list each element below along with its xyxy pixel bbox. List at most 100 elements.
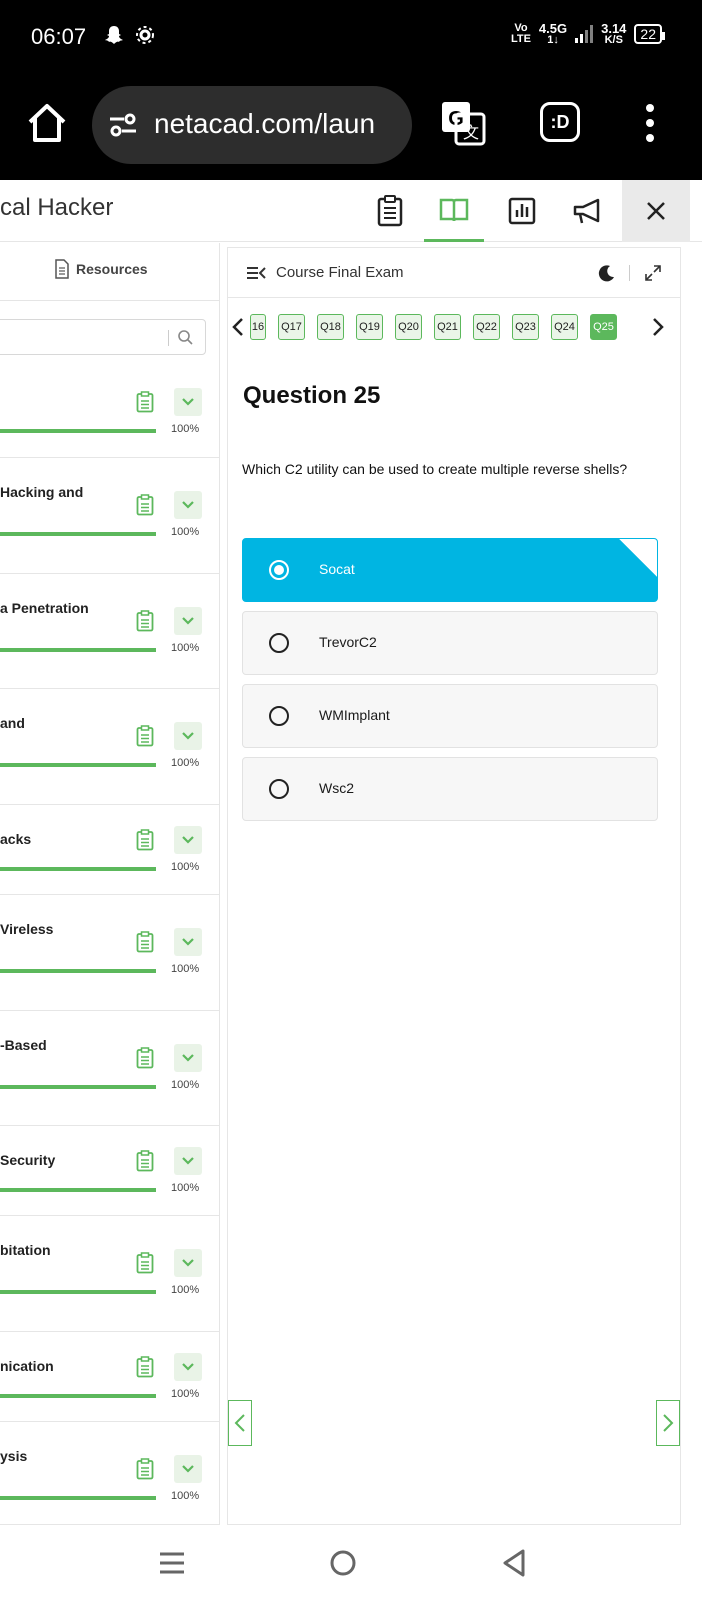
module-item[interactable]: nication 100% bbox=[0, 1332, 219, 1422]
question-pill[interactable]: Q20 bbox=[395, 314, 422, 340]
speed-unit: K/S bbox=[604, 34, 623, 46]
collapse-menu-icon[interactable] bbox=[246, 264, 266, 282]
question-pill[interactable]: Q17 bbox=[278, 314, 305, 340]
progress-fill bbox=[0, 1394, 156, 1398]
answer-option[interactable]: Wsc2 bbox=[242, 757, 658, 821]
translate-icon[interactable]: G文 bbox=[440, 100, 486, 146]
module-search-input[interactable] bbox=[0, 319, 206, 355]
chevron-down-icon[interactable] bbox=[174, 1249, 202, 1277]
exam-title: Course Final Exam bbox=[276, 264, 404, 281]
clipboard-icon[interactable] bbox=[136, 391, 154, 413]
dex-icon[interactable]: :D bbox=[540, 102, 580, 142]
answer-label: TrevorC2 bbox=[319, 634, 377, 650]
resources-tab[interactable]: Resources bbox=[0, 243, 219, 301]
status-bar: 06:07 Vo LTE 4.5G 1↓ 3.14 K/S 22 bbox=[0, 0, 702, 76]
network-bottom: LTE bbox=[510, 33, 531, 45]
nav-next-icon[interactable] bbox=[648, 315, 668, 339]
chevron-down-icon[interactable] bbox=[174, 1455, 202, 1483]
answer-option[interactable]: WMImplant bbox=[242, 684, 658, 748]
megaphone-icon[interactable] bbox=[558, 180, 618, 242]
radio-unchecked-icon[interactable] bbox=[269, 779, 289, 799]
progress-fill bbox=[0, 969, 156, 973]
dark-mode-icon[interactable] bbox=[598, 264, 616, 282]
clipboard-icon[interactable] bbox=[360, 180, 420, 242]
module-item[interactable]: bitation 100% bbox=[0, 1216, 219, 1332]
system-navbar bbox=[0, 1525, 702, 1600]
clipboard-icon[interactable] bbox=[136, 931, 154, 953]
module-title: acks bbox=[0, 831, 32, 847]
document-icon bbox=[55, 259, 69, 279]
chevron-down-icon[interactable] bbox=[174, 1147, 202, 1175]
radio-unchecked-icon[interactable] bbox=[269, 706, 289, 726]
chevron-down-icon[interactable] bbox=[174, 491, 202, 519]
clipboard-icon[interactable] bbox=[136, 494, 154, 516]
expand-icon[interactable] bbox=[644, 264, 662, 282]
book-icon[interactable] bbox=[424, 180, 484, 242]
progress-fill bbox=[0, 1290, 156, 1294]
progress-percent: 100% bbox=[171, 1490, 200, 1502]
clipboard-icon[interactable] bbox=[136, 725, 154, 747]
browser-toolbar: netacad.com/laun G文 :D bbox=[0, 76, 702, 180]
module-title: nication bbox=[0, 1358, 54, 1374]
progress-percent: 100% bbox=[171, 963, 200, 975]
question-pill[interactable]: Q22 bbox=[473, 314, 500, 340]
signal-type: 4.5G 1↓ bbox=[539, 22, 567, 46]
answer-option[interactable]: Socat bbox=[242, 538, 658, 602]
question-pill[interactable]: Q25 bbox=[590, 314, 617, 340]
next-page-icon[interactable] bbox=[656, 1400, 680, 1446]
module-item[interactable]: Security 100% bbox=[0, 1126, 219, 1216]
nav-prev-icon[interactable] bbox=[228, 315, 248, 339]
question-pill[interactable]: Q21 bbox=[434, 314, 461, 340]
chevron-down-icon[interactable] bbox=[174, 928, 202, 956]
course-title: cal Hacker bbox=[0, 194, 114, 221]
module-item[interactable]: 100% bbox=[0, 367, 219, 458]
recents-icon[interactable] bbox=[152, 1543, 192, 1583]
progress-percent: 100% bbox=[171, 757, 200, 769]
question-pill[interactable]: 16 bbox=[250, 314, 266, 340]
module-item[interactable]: acks 100% bbox=[0, 805, 219, 895]
chevron-down-icon[interactable] bbox=[174, 1353, 202, 1381]
battery-level: 22 bbox=[640, 26, 656, 42]
prev-page-icon[interactable] bbox=[228, 1400, 252, 1446]
search-divider bbox=[168, 330, 169, 346]
radio-checked-icon[interactable] bbox=[269, 560, 289, 580]
clipboard-icon[interactable] bbox=[136, 1047, 154, 1069]
answer-option[interactable]: TrevorC2 bbox=[242, 611, 658, 675]
close-icon[interactable] bbox=[622, 180, 690, 242]
home-circle-icon[interactable] bbox=[323, 1543, 363, 1583]
clipboard-icon[interactable] bbox=[136, 829, 154, 851]
back-icon[interactable] bbox=[494, 1543, 534, 1583]
site-settings-icon[interactable] bbox=[108, 110, 138, 140]
question-pill[interactable]: Q24 bbox=[551, 314, 578, 340]
clipboard-icon[interactable] bbox=[136, 1150, 154, 1172]
module-title: ysis bbox=[0, 1448, 28, 1464]
chevron-down-icon[interactable] bbox=[174, 607, 202, 635]
module-item[interactable]: -Based 100% bbox=[0, 1011, 219, 1126]
more-vert-icon[interactable] bbox=[640, 100, 660, 146]
chevron-down-icon[interactable] bbox=[174, 1044, 202, 1072]
question-pill[interactable]: Q19 bbox=[356, 314, 383, 340]
module-item[interactable]: and 100% bbox=[0, 689, 219, 805]
progress-fill bbox=[0, 532, 156, 536]
clipboard-icon[interactable] bbox=[136, 610, 154, 632]
module-item[interactable]: ysis 100% bbox=[0, 1422, 219, 1525]
progress-bar bbox=[0, 1085, 156, 1089]
chevron-down-icon[interactable] bbox=[174, 826, 202, 854]
clipboard-icon[interactable] bbox=[136, 1458, 154, 1480]
module-item[interactable]: Vireless 100% bbox=[0, 895, 219, 1011]
module-item[interactable]: Hacking and 100% bbox=[0, 458, 219, 574]
clipboard-icon[interactable] bbox=[136, 1252, 154, 1274]
url-bar[interactable]: netacad.com/laun bbox=[92, 86, 412, 164]
chevron-down-icon[interactable] bbox=[174, 722, 202, 750]
chevron-down-icon[interactable] bbox=[174, 388, 202, 416]
question-pill[interactable]: Q23 bbox=[512, 314, 539, 340]
chart-icon[interactable] bbox=[492, 180, 552, 242]
progress-percent: 100% bbox=[171, 642, 200, 654]
home-icon[interactable] bbox=[24, 100, 70, 146]
clipboard-icon[interactable] bbox=[136, 1356, 154, 1378]
search-icon[interactable] bbox=[177, 329, 193, 345]
radio-unchecked-icon[interactable] bbox=[269, 633, 289, 653]
module-item[interactable]: a Penetration 100% bbox=[0, 574, 219, 689]
question-pill[interactable]: Q18 bbox=[317, 314, 344, 340]
url-text[interactable]: netacad.com/laun bbox=[154, 108, 375, 140]
